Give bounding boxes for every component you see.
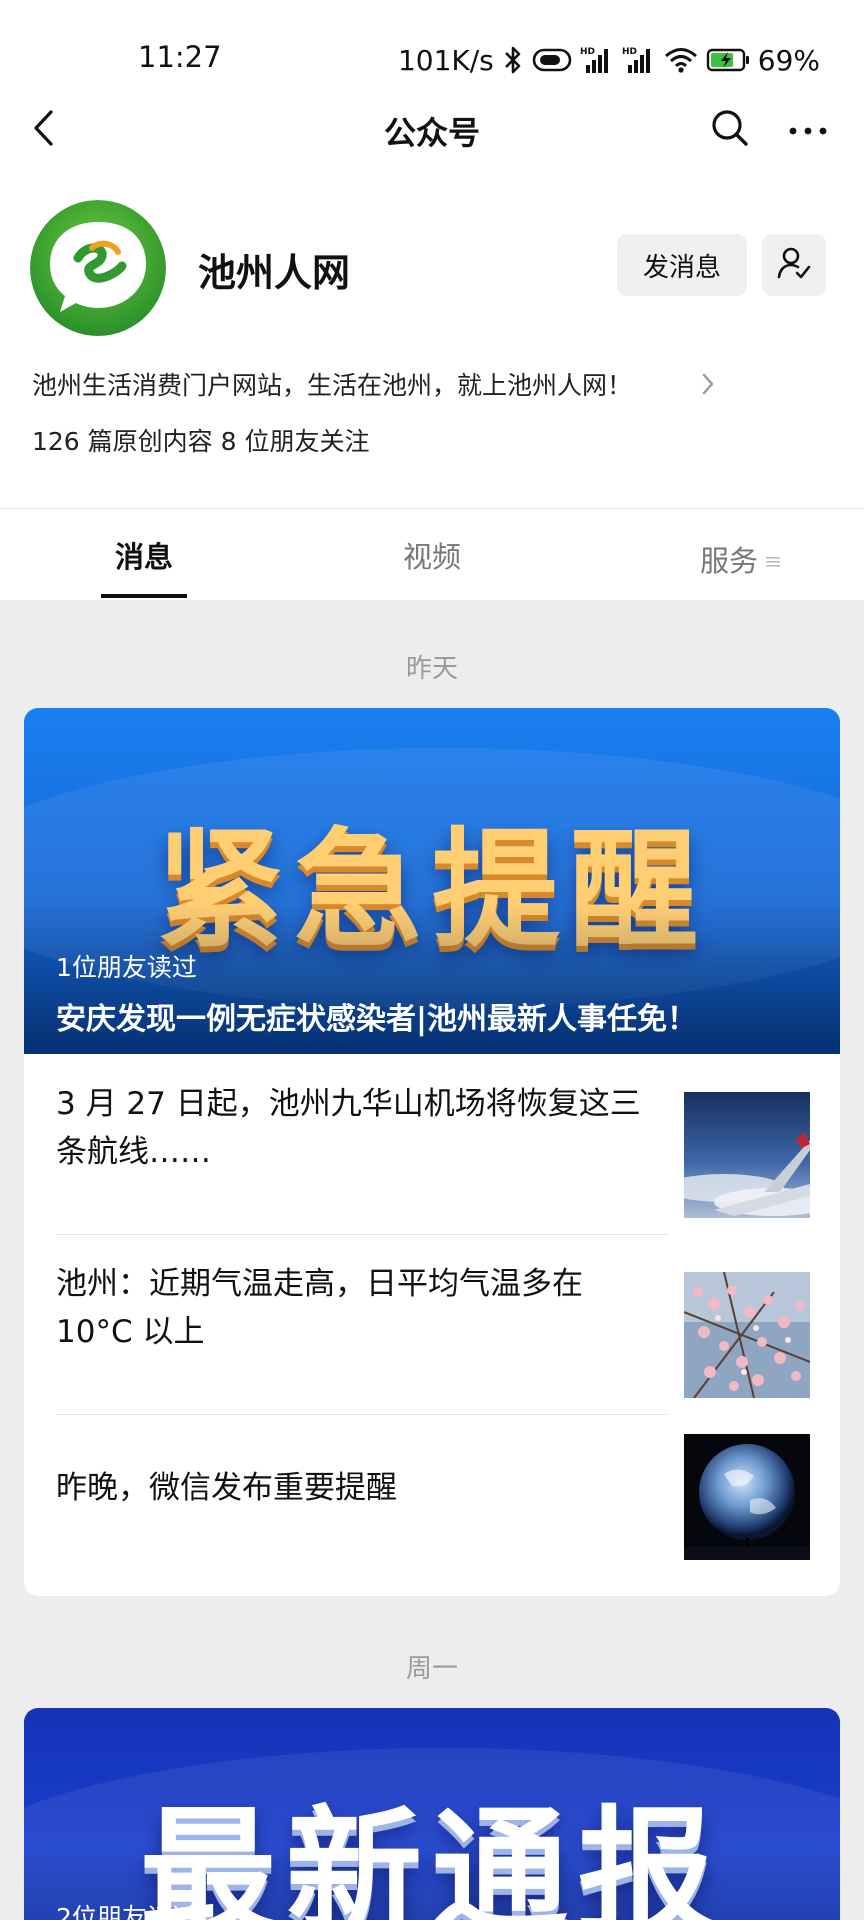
- airplane-wing-thumbnail: [684, 1092, 810, 1218]
- hd-signal-icon: HD: [580, 45, 614, 75]
- headline-title: 安庆发现一例无症状感染者|池州最新人事任免！: [56, 1002, 697, 1037]
- network-speed: 101K/s: [397, 43, 494, 77]
- search-icon: [710, 108, 750, 152]
- brand-logo: [30, 200, 166, 336]
- article-title: 池州：近期气温走高，日平均气温多在 10°C 以上: [56, 1266, 583, 1350]
- tab-messages[interactable]: 消息: [100, 534, 188, 584]
- account-description-row[interactable]: 池州生活消费门户网站，生活在池州，就上池州人网！: [32, 364, 732, 404]
- more-horizontal-icon: [788, 121, 828, 140]
- account-name: 池州人网: [198, 251, 351, 295]
- chevron-left-icon: [31, 109, 57, 151]
- article-item[interactable]: 池州：近期气温走高，日平均气温多在 10°C 以上: [24, 1234, 840, 1415]
- menu-lines-icon: [766, 542, 780, 576]
- divider: [0, 508, 864, 509]
- header-area: 11:27 101K/s HD HD 69% 公众号 池州人网 发消息 池州生活…: [0, 0, 864, 600]
- headline-article[interactable]: 最新通报 2位朋友读过: [24, 1708, 840, 1920]
- banner-text: 最新通报: [140, 1794, 724, 1920]
- article-card: 紧急提醒 1位朋友读过 安庆发现一例无症状感染者|池州最新人事任免！ 3 月 2…: [24, 708, 840, 1596]
- chevron-right-icon: [700, 372, 716, 400]
- status-indicators: 101K/s HD HD 69%: [398, 40, 820, 80]
- battery-percent: 69%: [757, 43, 820, 77]
- bluetooth-icon: [502, 45, 524, 75]
- article-title: 昨晚，微信发布重要提醒: [56, 1470, 397, 1506]
- more-button[interactable]: [782, 106, 834, 154]
- article-title: 3 月 27 日起，池州九华山机场将恢复这三条航线……: [56, 1086, 641, 1170]
- back-button[interactable]: [20, 106, 68, 154]
- article-card: 最新通报 2位朋友读过: [24, 1708, 840, 1920]
- earth-thumbnail: [684, 1434, 810, 1560]
- vibrate-icon: [532, 47, 572, 73]
- hd-signal-icon: HD: [622, 45, 656, 75]
- headline-article[interactable]: 紧急提醒 1位朋友读过 安庆发现一例无症状感染者|池州最新人事任免！: [24, 708, 840, 1054]
- wifi-icon: [664, 46, 698, 74]
- search-button[interactable]: [706, 106, 754, 154]
- account-avatar[interactable]: [30, 200, 166, 336]
- friends-read-label: 2位朋友读过: [56, 1903, 197, 1920]
- date-label: 周一: [405, 1654, 458, 1684]
- tab-bar: 消息 视频 服务: [0, 520, 864, 600]
- tab-services-label: 服务: [699, 544, 758, 578]
- svg-text:HD: HD: [580, 47, 595, 57]
- nav-bar: 公众号: [0, 100, 864, 160]
- follow-settings-button[interactable]: [762, 234, 826, 296]
- account-profile: 池州人网 发消息 池州生活消费门户网站，生活在池州，就上池州人网！ 126 篇原…: [0, 196, 864, 506]
- account-stats: 126 篇原创内容 8 位朋友关注: [32, 427, 370, 456]
- send-message-button[interactable]: 发消息: [617, 234, 747, 296]
- account-description: 池州生活消费门户网站，生活在池州，就上池州人网！: [32, 371, 633, 400]
- friends-read-label: 1位朋友读过: [56, 953, 197, 982]
- article-item[interactable]: 昨晚，微信发布重要提醒: [24, 1414, 840, 1594]
- battery-charging-icon: [706, 47, 750, 73]
- active-tab-indicator: [101, 594, 187, 598]
- date-label: 昨天: [405, 654, 458, 684]
- tab-services[interactable]: 服务: [680, 534, 800, 584]
- tab-videos[interactable]: 视频: [388, 534, 476, 584]
- blossom-thumbnail: [684, 1272, 810, 1398]
- user-check-icon: [776, 245, 812, 285]
- article-item[interactable]: 3 月 27 日起，池州九华山机场将恢复这三条航线……: [24, 1054, 840, 1235]
- svg-text:HD: HD: [622, 47, 637, 57]
- status-time: 11:27: [138, 40, 222, 74]
